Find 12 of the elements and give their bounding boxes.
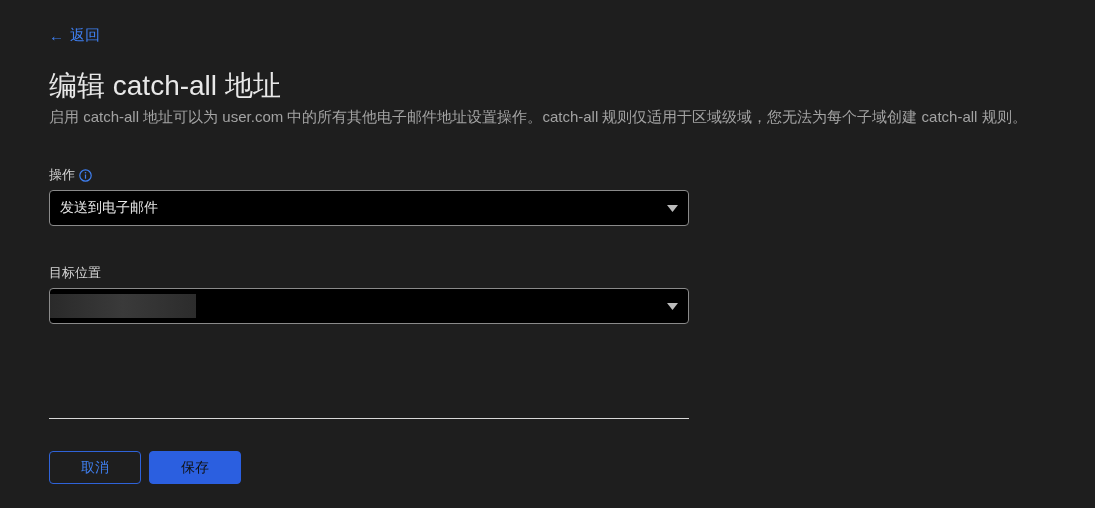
cancel-button[interactable]: 取消 xyxy=(49,451,141,484)
dropdown-field[interactable]: 发送到电子邮件 xyxy=(49,190,689,226)
field-label: 目标位置 xyxy=(49,264,101,282)
field-label: 操作 xyxy=(49,166,75,184)
caret-icon xyxy=(667,204,678,212)
caret-icon xyxy=(667,302,678,310)
dropdown-field[interactable] xyxy=(49,288,689,324)
arrow-left-icon: ← xyxy=(49,26,64,44)
save-button[interactable]: 保存 xyxy=(149,451,241,484)
description-text: 启用 catch-all 地址可以为 user.com 中的所有其他电子邮件地址设置操作。catch-all 规则仅适用于区域级域，您无法为每个子域创建 catch-all 规则。 xyxy=(49,107,1028,127)
back-link[interactable]: ← 返回 xyxy=(49,24,100,46)
page-title: 编辑 catch-all 地址 xyxy=(49,69,281,103)
